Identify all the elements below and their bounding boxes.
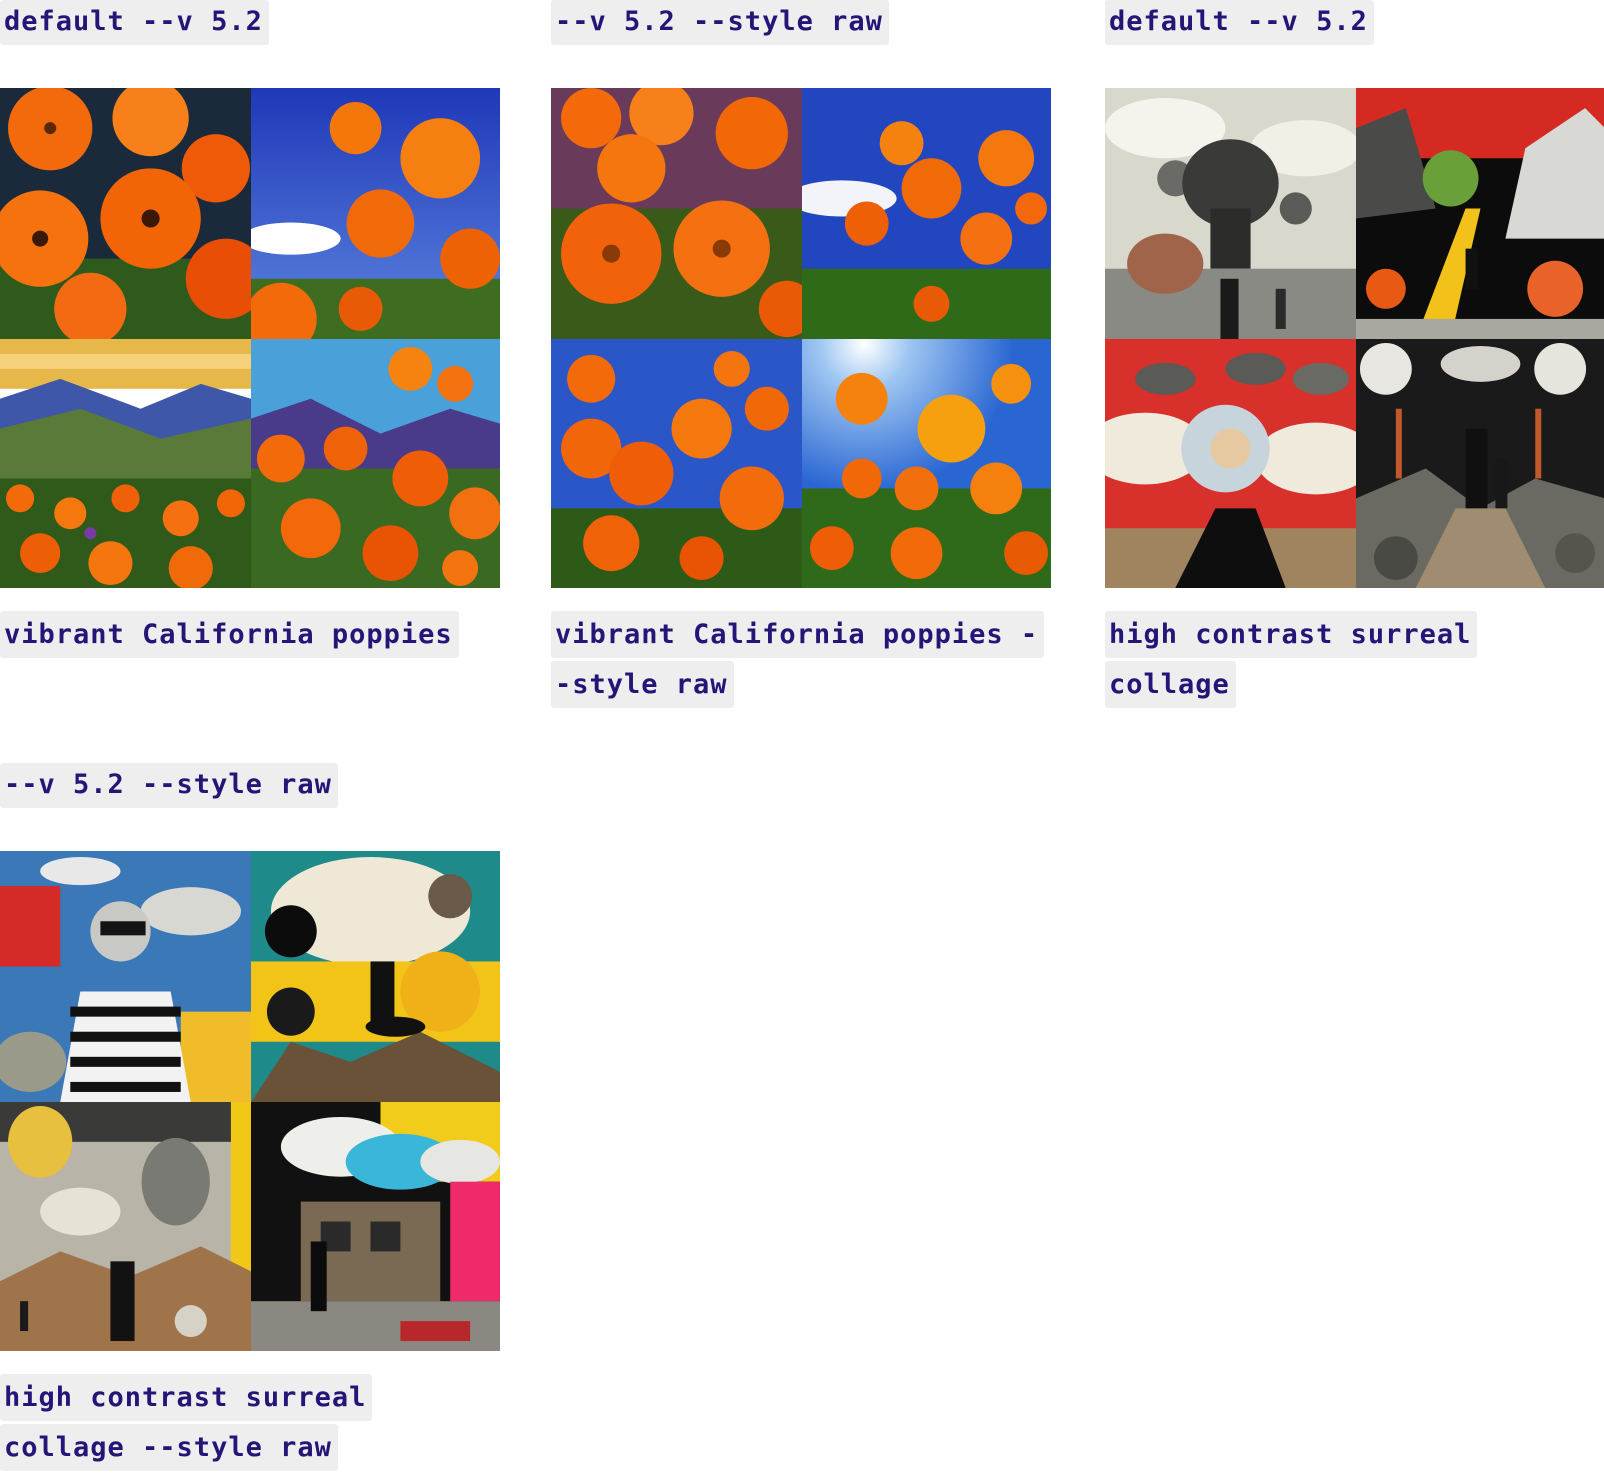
image-grid[interactable] — [0, 88, 500, 588]
house-cloud-collage-image[interactable] — [251, 1102, 500, 1351]
version-heading: --v 5.2 --style raw — [0, 763, 338, 808]
poppy-closeup-photo-image[interactable] — [551, 88, 802, 339]
poppy-blue-sky-image[interactable] — [251, 88, 500, 339]
poppy-closeup-illustration-image[interactable] — [0, 88, 251, 339]
image-grid[interactable] — [551, 88, 1051, 588]
prompt-card-1: default --v 5.2 vibrant California poppi… — [0, 0, 500, 660]
version-heading: default --v 5.2 — [0, 0, 269, 45]
seated-woman-collage-image[interactable] — [251, 851, 500, 1102]
image-grid[interactable] — [1105, 88, 1604, 588]
poppy-field-photo-image[interactable] — [551, 339, 802, 588]
elephant-collage-image[interactable] — [1105, 88, 1356, 339]
poppy-sunlit-photo-image[interactable] — [802, 339, 1051, 588]
prompt-caption: vibrant California poppies — [0, 610, 500, 660]
version-heading: --v 5.2 --style raw — [551, 0, 889, 45]
prompt-caption: high contrast surreal collage — [1105, 610, 1604, 710]
image-grid[interactable] — [0, 851, 500, 1351]
woman-red-collage-image[interactable] — [1105, 339, 1356, 588]
poppy-sky-photo-image[interactable] — [802, 88, 1051, 339]
walking-figures-collage-image[interactable] — [1356, 339, 1604, 588]
yellow-path-collage-image[interactable] — [1356, 88, 1604, 339]
prompt-card-3: default --v 5.2 high contrast surreal co… — [1105, 0, 1604, 710]
prompt-card-4: --v 5.2 --style raw high contrast surrea… — [0, 763, 500, 1473]
prompt-caption: vibrant California poppies --style raw — [551, 610, 1051, 710]
version-heading: default --v 5.2 — [1105, 0, 1374, 45]
balloon-collage-image[interactable] — [0, 1102, 251, 1351]
poppy-mountain-field-image[interactable] — [251, 339, 500, 588]
prompt-caption: high contrast surreal collage --style ra… — [0, 1373, 500, 1473]
striped-woman-collage-image[interactable] — [0, 851, 251, 1102]
poppy-valley-landscape-image[interactable] — [0, 339, 251, 588]
prompt-card-2: --v 5.2 --style raw vibrant California p… — [551, 0, 1051, 710]
